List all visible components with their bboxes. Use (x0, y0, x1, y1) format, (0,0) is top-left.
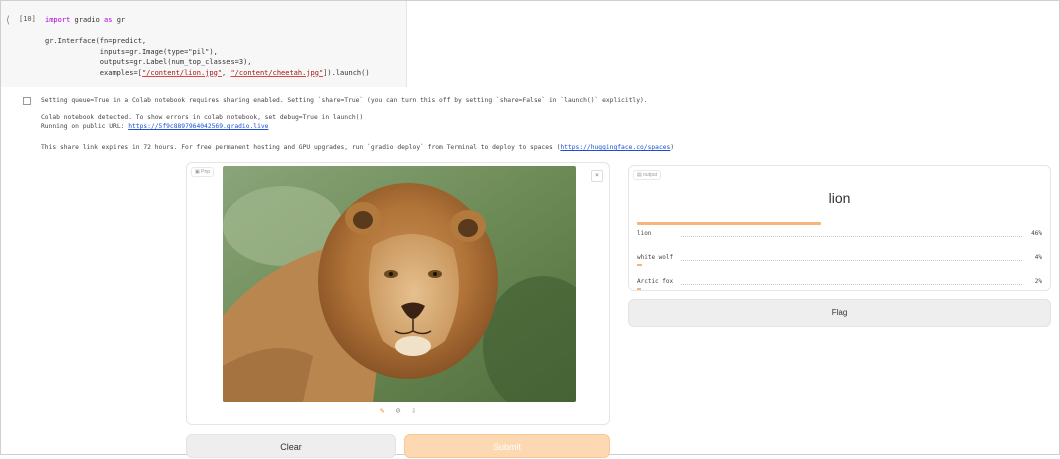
confidence-label: Arctic fox (637, 278, 674, 285)
confidence-percent: 2% (1034, 278, 1042, 285)
execution-count: [10] (19, 15, 36, 23)
spaces-link[interactable]: https://huggingface.co/spaces (560, 144, 670, 151)
code-line-launch: ]).launch() (323, 68, 370, 77)
confidence-label: white wolf (637, 254, 674, 261)
confidence-bar (637, 264, 642, 266)
confidence-dots (681, 260, 1022, 261)
edit-icon[interactable]: ✎ (380, 406, 385, 415)
image-input-label: ▣ Pnp (191, 167, 215, 177)
confidence-dots (681, 284, 1022, 285)
close-image-button[interactable]: × (591, 170, 603, 182)
flag-button[interactable]: Flag (628, 299, 1051, 327)
run-cell-icon[interactable]: ⟨ (5, 15, 11, 26)
output-toggle-icon[interactable] (23, 97, 31, 105)
submit-button[interactable]: Submit (404, 434, 610, 458)
share-suffix: ) (670, 144, 675, 151)
label-output-panel: ▤ output lion lion 46% white wolf 4% Arctic … (628, 165, 1051, 291)
download-icon[interactable]: ⇩ (411, 406, 416, 415)
top-confidence-bar (637, 222, 821, 225)
image-input-panel[interactable]: ▣ Pnp × ✎ ⊘ ⇩ (186, 162, 610, 425)
code-cell[interactable]: ⟨ [10] import gradio as gr gr.Interface(… (1, 1, 407, 87)
code-line-outputs: outputs=gr.Label(num_top_classes=3), (99, 58, 252, 66)
confidence-dots (681, 236, 1022, 237)
predicted-label: lion (828, 190, 851, 206)
output-line-url: Running on public URL: https://5f9c88979… (41, 123, 268, 130)
confidence-row: lion 46% (637, 228, 1042, 240)
url-prefix: Running on public URL: (41, 123, 129, 130)
confidence-row: white wolf 4% (637, 252, 1042, 266)
code-line-interface: gr.Interface(fn=predict, (45, 37, 147, 45)
code-module: gradio (74, 16, 100, 24)
lion-image (223, 166, 576, 402)
code-keyword-as: as (104, 16, 113, 24)
code-keyword: import (45, 16, 71, 24)
code-string-lion: "/content/lion.jpg" (141, 68, 223, 77)
output-label: ▤ output (633, 170, 662, 180)
clear-icon[interactable]: ⊘ (396, 406, 401, 415)
confidence-row: Arctic fox 2% (637, 276, 1042, 290)
code-line-examples-pre: examples=[ (99, 68, 142, 77)
confidence-percent: 4% (1034, 254, 1042, 261)
image-tools: ✎ ⊘ ⇩ (187, 406, 609, 415)
confidence-percent: 46% (1031, 230, 1042, 237)
image-input-label-text: Pnp (201, 169, 211, 175)
share-prefix: This share link expires in 72 hours. For… (41, 144, 561, 151)
code-alias: gr (116, 16, 126, 24)
confidence-bar (637, 288, 641, 290)
clear-button[interactable]: Clear (186, 434, 396, 458)
public-url-link[interactable]: https://5f9c8897964042569.gradio.live (128, 123, 268, 130)
output-label-text: output (643, 172, 658, 178)
output-line-colab: Colab notebook detected. To show errors … (41, 114, 364, 121)
output-line-queue: Setting queue=True in a Colab notebook r… (41, 97, 648, 104)
confidence-label: lion (637, 230, 652, 237)
code-editor[interactable]: import gradio as gr gr.Interface(fn=pred… (45, 15, 370, 78)
code-string-cheetah: "/content/cheetah.jpg" (230, 68, 324, 77)
code-line-inputs: inputs=gr.Image(type="pil"), (99, 47, 218, 56)
output-line-share: This share link expires in 72 hours. For… (41, 144, 674, 151)
